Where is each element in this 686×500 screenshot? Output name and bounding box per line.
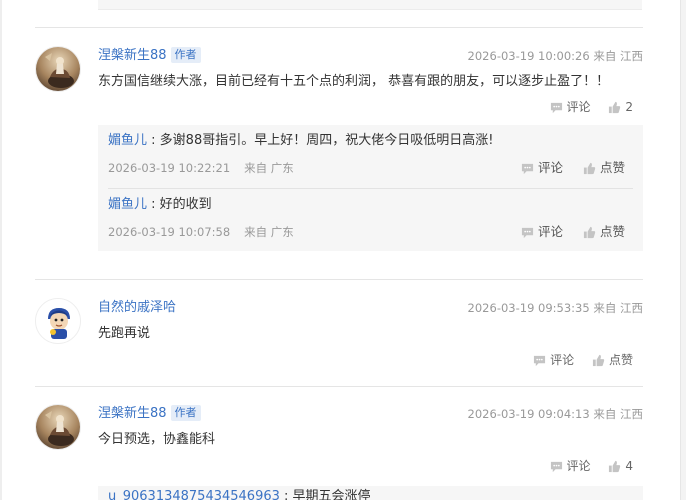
comment-header: 自然的戚泽哈 [98,298,176,318]
comment-time: 2026-03-19 09:04:13 [467,407,590,421]
comment-bubble-icon [521,163,534,174]
comment-location: 来自 江西 [593,49,643,63]
comment-header: 涅槃新生88 作者 [98,46,201,66]
reply-location: 来自 广东 [244,225,294,239]
thumbs-up-icon [609,101,621,113]
divider [35,279,643,280]
username-link[interactable]: 涅槃新生88 [98,48,167,63]
author-badge: 作者 [170,405,201,421]
comment-content: 先跑再说 [98,326,151,341]
reply-like-label: 点赞 [599,160,625,175]
comment-location: 来自 江西 [593,407,643,421]
reply-meta: 2026-03-19 10:07:58 来自 广东 [108,222,294,242]
comment-actions: 评论 2 [536,97,633,117]
reply-item: 媚鱼儿 : 好的收到 2026-03-19 10:07:58 来自 广东 评论 点… [108,188,633,251]
like-count: 4 [625,459,633,473]
username-link[interactable]: 自然的戚泽哈 [98,300,176,315]
reply-item: 媚鱼儿 : 多谢88哥指引。早上好！周四，祝大佬今日吸低明日高涨! 2026-0… [108,125,633,188]
comment-button[interactable]: 评论 [533,350,574,370]
partial-reply-item: u_9063134875434546963 : 早期五会涨停 [98,486,643,500]
reply-comment-button[interactable]: 评论 [521,158,563,178]
comment-content: 今日预选，协鑫能科 [98,432,216,447]
rider-avatar-icon[interactable] [35,46,81,92]
reply-location: 来自 广东 [244,161,294,175]
author-badge: 作者 [170,47,201,63]
reply-username-link[interactable]: 媚鱼儿 [108,197,147,212]
reply-colon: : [147,197,160,212]
reply-text: 早期五会涨停 [292,489,371,500]
thumbs-up-icon [609,460,621,472]
username-link[interactable]: 涅槃新生88 [98,406,167,421]
reply-time: 2026-03-19 10:22:21 [108,161,231,175]
thumbs-up-icon [592,354,605,366]
comment-actions: 评论 点赞 [519,350,633,370]
comment-time: 2026-03-19 10:00:26 [467,49,590,63]
reply-username-link[interactable]: u_9063134875434546963 [108,489,280,500]
reply-colon: : [279,489,293,500]
comment-item: 自然的戚泽哈 2026-03-19 09:53:35 来自 江西 先跑再说 评论… [35,298,643,378]
comment-location: 来自 江西 [593,301,643,315]
reply-actions: 评论 点赞 [505,158,625,178]
comment-label: 评论 [550,353,575,367]
reply-like-button[interactable]: 点赞 [583,158,625,178]
reply-text-line: 媚鱼儿 : 好的收到 [108,195,212,215]
reply-meta: 2026-03-19 10:22:21 来自 广东 [108,158,294,178]
reply-text: 好的收到 [159,197,212,212]
divider [35,27,643,28]
comment-item: 涅槃新生88 作者 2026-03-19 09:04:13 来自 江西 今日预选，… [35,404,643,484]
like-button[interactable]: 2 [608,97,633,117]
comment-bubble-icon [550,461,562,472]
reply-username-link[interactable]: 媚鱼儿 [108,133,147,148]
comment-label: 评论 [566,459,591,473]
like-label: 点赞 [608,353,633,367]
reply-comment-label: 评论 [537,224,563,239]
comment-actions: 评论 4 [536,456,633,476]
reply-colon: : [147,133,160,148]
reply-comment-button[interactable]: 评论 [521,222,563,242]
comment-button[interactable]: 评论 [550,456,591,476]
comment-meta: 2026-03-19 09:53:35 来自 江西 [468,298,643,318]
comment-section: 涅槃新生88 作者 2026-03-19 10:00:26 来自 江西 东方国信继… [0,0,686,500]
rider-avatar-icon[interactable] [35,404,81,450]
comment-meta: 2026-03-19 09:04:13 来自 江西 [468,404,643,424]
comment-time: 2026-03-19 09:53:35 [467,301,590,315]
comment-button[interactable]: 评论 [550,97,591,117]
like-count: 2 [625,100,633,114]
reply-text-line: 媚鱼儿 : 多谢88哥指引。早上好！周四，祝大佬今日吸低明日高涨! [108,131,493,151]
reply-actions: 评论 点赞 [505,222,625,242]
scrollbar-track[interactable] [680,0,686,500]
comment-bubble-icon [550,102,562,113]
reply-comment-label: 评论 [537,160,563,175]
reply-time: 2026-03-19 10:07:58 [108,225,231,239]
reply-list: 媚鱼儿 : 多谢88哥指引。早上好！周四，祝大佬今日吸低明日高涨! 2026-0… [98,125,643,251]
comment-content: 东方国信继续大涨，目前已经有十五个点的利润， 恭喜有跟的朋友，可以逐步止盈了！！ [98,74,610,89]
reply-text: 多谢88哥指引。早上好！周四，祝大佬今日吸低明日高涨! [159,133,494,148]
comment-bubble-icon [521,227,534,238]
like-button[interactable]: 点赞 [592,350,633,370]
left-edge [0,0,2,500]
divider [35,386,643,387]
comment-bubble-icon [534,355,546,366]
thumbs-up-icon [583,226,596,238]
reply-like-button[interactable]: 点赞 [583,222,625,242]
comment-meta: 2026-03-19 10:00:26 来自 江西 [468,46,643,66]
reply-like-label: 点赞 [599,224,625,239]
comment-header: 涅槃新生88 作者 [98,404,201,424]
thumbs-up-icon [583,162,596,174]
cartoon-avatar-icon[interactable] [35,298,81,344]
previous-reply-block [98,0,642,10]
like-button[interactable]: 4 [608,456,633,476]
comment-label: 评论 [566,100,591,114]
comment-item: 涅槃新生88 作者 2026-03-19 10:00:26 来自 江西 东方国信继… [35,46,643,266]
